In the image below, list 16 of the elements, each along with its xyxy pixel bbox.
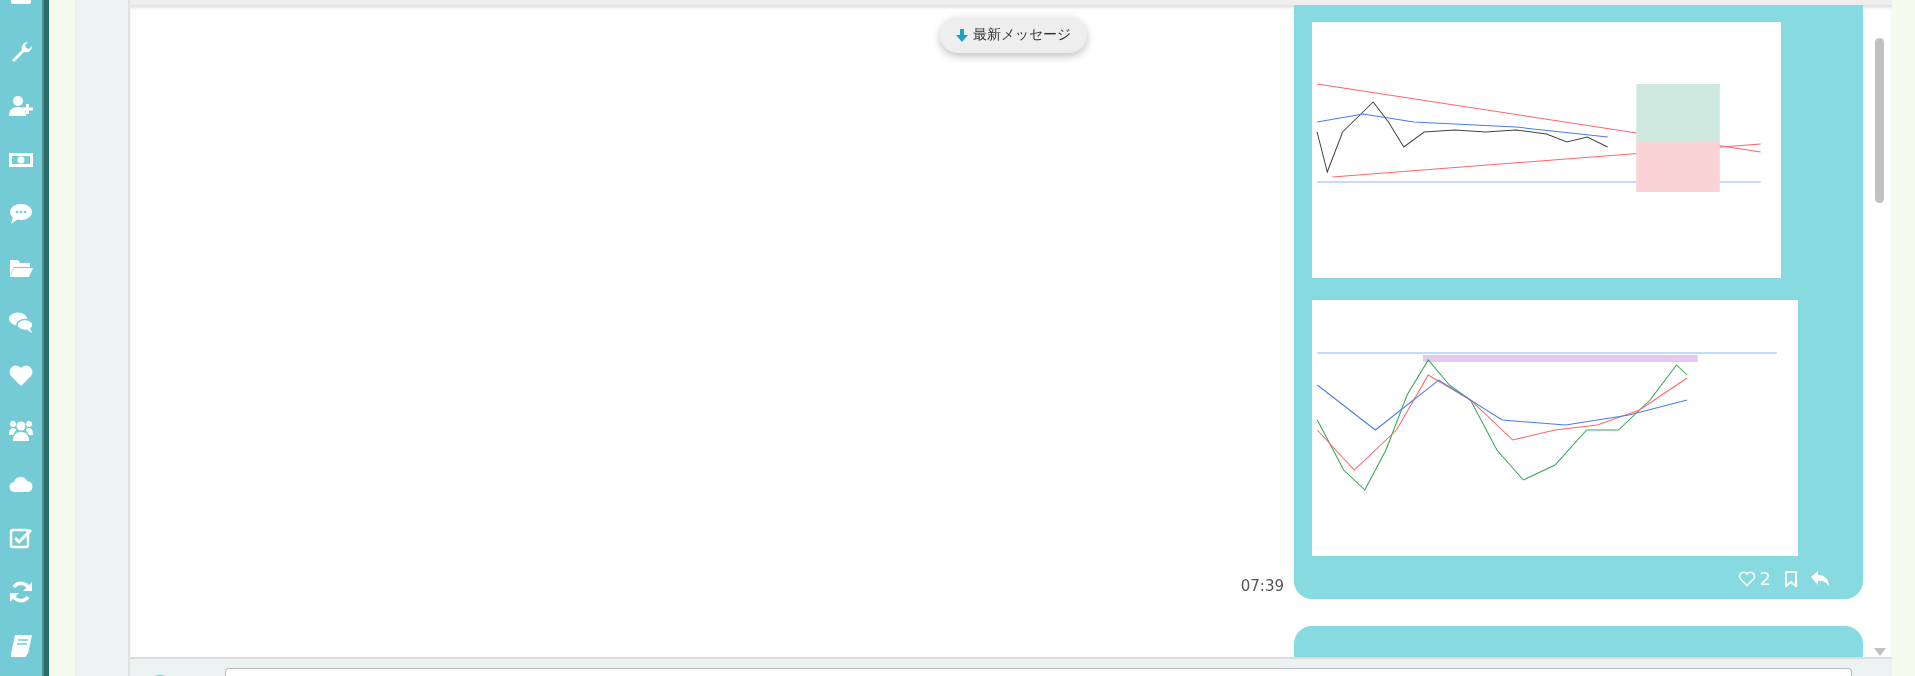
checkbox-icon[interactable] (9, 526, 33, 550)
add-user-icon[interactable] (9, 94, 33, 118)
refresh-icon[interactable] (9, 580, 33, 604)
chart-screenshot[interactable] (1312, 300, 1798, 556)
down-arrow-icon (956, 28, 968, 42)
heart-icon[interactable] (9, 364, 33, 388)
group-icon[interactable] (9, 418, 33, 442)
speech-bubble-icon[interactable] (9, 202, 33, 226)
bookmark-icon[interactable] (1785, 570, 1797, 587)
chart-screenshot[interactable] (1312, 22, 1781, 278)
chat-bubbles-icon[interactable] (9, 310, 33, 334)
latest-messages-button[interactable]: 最新メッセージ (940, 17, 1087, 53)
reply-icon[interactable] (1811, 570, 1829, 587)
scrollbar-thumb[interactable] (1875, 38, 1884, 203)
message-time: 07:39 (1240, 577, 1284, 597)
book-icon[interactable] (9, 634, 33, 658)
